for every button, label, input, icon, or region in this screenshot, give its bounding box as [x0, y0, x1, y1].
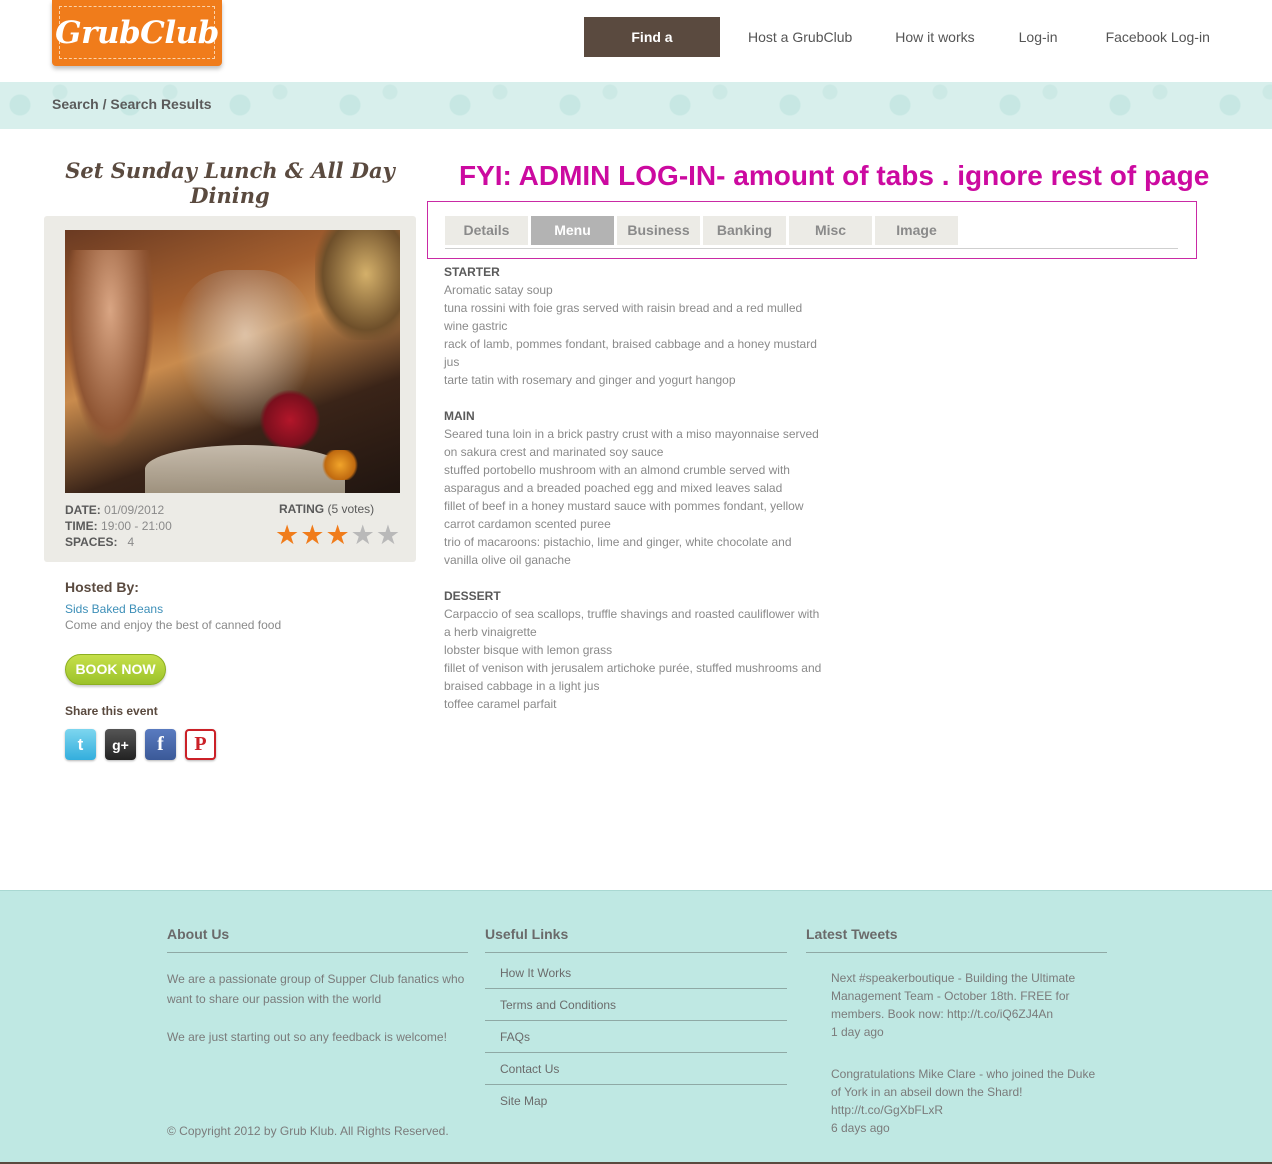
time-label: TIME:	[65, 519, 98, 533]
tweet-time: 6 days ago	[831, 1121, 890, 1135]
tab-details[interactable]: Details	[445, 216, 528, 245]
links-heading: Useful Links	[485, 926, 787, 953]
star-filled-icon[interactable]: ★	[300, 520, 324, 550]
tab-business[interactable]: Business	[617, 216, 700, 245]
about-heading: About Us	[167, 926, 468, 953]
site-header: GrubClub Find a GrubClub Host a GrubClub…	[0, 0, 1272, 85]
tweet: Next #speakerboutique - Building the Ult…	[806, 969, 1106, 1041]
menu-section-starter: STARTER Aromatic satay soup tuna rossini…	[444, 263, 824, 389]
menu-item: toffee caramel parfait	[444, 697, 557, 711]
section-heading: DESSERT	[444, 589, 501, 603]
menu-content: STARTER Aromatic satay soup tuna rossini…	[444, 263, 824, 731]
about-text-2: We are just starting out so any feedback…	[167, 1030, 447, 1044]
tab-image[interactable]: Image	[875, 216, 958, 245]
host-name-link[interactable]: Sids Baked Beans	[65, 602, 163, 616]
main-nav: Find a GrubClub Host a GrubClub How it w…	[584, 17, 1210, 85]
menu-item: stuffed portobello mushroom with an almo…	[444, 463, 790, 495]
menu-item: Carpaccio of sea scallops, truffle shavi…	[444, 607, 820, 639]
menu-item: Aromatic satay soup	[444, 283, 553, 297]
menu-section-main: MAIN Seared tuna loin in a brick pastry …	[444, 407, 824, 569]
google-plus-icon[interactable]: g+	[105, 729, 136, 760]
facebook-icon[interactable]: f	[145, 729, 176, 760]
admin-tabs: Details Menu Business Banking Misc Image	[445, 216, 958, 245]
footer-link-how-it-works[interactable]: How It Works	[485, 957, 787, 989]
logo-text: GrubClub	[55, 14, 219, 51]
menu-item: fillet of venison with jerusalem articho…	[444, 661, 822, 693]
section-heading: STARTER	[444, 265, 500, 279]
menu-section-dessert: DESSERT Carpaccio of sea scallops, truff…	[444, 587, 824, 713]
links-list: How It Works Terms and Conditions FAQs C…	[485, 957, 787, 1117]
fyi-annotation: FYI: ADMIN LOG-IN- amount of tabs . igno…	[459, 160, 1210, 191]
menu-item: Seared tuna loin in a brick pastry crust…	[444, 427, 819, 459]
event-photo	[65, 230, 400, 493]
event-time: 19:00 - 21:00	[101, 519, 172, 533]
star-filled-icon[interactable]: ★	[275, 520, 299, 550]
footer-link-contact[interactable]: Contact Us	[485, 1053, 787, 1085]
book-now-button[interactable]: BOOK NOW	[65, 654, 166, 685]
tab-misc[interactable]: Misc	[789, 216, 872, 245]
footer-link-site-map[interactable]: Site Map	[485, 1085, 787, 1117]
nav-find-grubclub[interactable]: Find a GrubClub	[584, 17, 720, 85]
twitter-icon[interactable]: t	[65, 729, 96, 760]
menu-item: lobster bisque with lemon grass	[444, 643, 613, 657]
tab-underline	[445, 248, 1178, 249]
date-label: DATE:	[65, 503, 101, 517]
pinterest-icon[interactable]: P	[185, 729, 216, 760]
footer-about: About Us We are a passionate group of Su…	[167, 926, 468, 1047]
nav-login[interactable]: Log-in	[1019, 17, 1058, 57]
menu-item: fillet of beef in a honey mustard sauce …	[444, 499, 804, 531]
rating-stars[interactable]: ★ ★ ★ ★ ★	[275, 520, 400, 550]
nav-host-grubclub[interactable]: Host a GrubClub	[748, 17, 852, 57]
host-description: Come and enjoy the best of canned food	[65, 618, 282, 632]
share-heading: Share this event	[65, 704, 158, 718]
menu-item: trio of macaroons: pistachio, lime and g…	[444, 535, 792, 567]
logo-border: GrubClub	[55, 6, 219, 59]
copyright: © Copyright 2012 by Grub Klub. All Right…	[167, 1124, 449, 1138]
event-spaces: 4	[127, 535, 135, 549]
footer-links: Useful Links How It Works Terms and Cond…	[485, 926, 787, 1117]
menu-item: tuna rossini with foie gras served with …	[444, 301, 803, 333]
breadcrumb[interactable]: Search / Search Results	[52, 96, 212, 112]
nav-facebook-login[interactable]: Facebook Log-in	[1106, 17, 1210, 57]
event-title: Set Sunday Lunch & All Day Dining	[65, 158, 395, 208]
star-filled-icon[interactable]: ★	[325, 520, 349, 550]
tab-banking[interactable]: Banking	[703, 216, 786, 245]
footer-link-terms[interactable]: Terms and Conditions	[485, 989, 787, 1021]
social-share-icons: t g+ f P	[65, 729, 216, 760]
nav-how-it-works[interactable]: How it works	[895, 17, 974, 57]
event-date: 01/09/2012	[104, 503, 165, 517]
grubclub-logo[interactable]: GrubClub	[52, 0, 222, 66]
rating: RATING (5 votes)	[279, 502, 374, 516]
star-empty-icon[interactable]: ★	[376, 520, 400, 550]
tab-menu[interactable]: Menu	[531, 216, 614, 245]
about-text: We are a passionate group of Supper Club…	[167, 972, 465, 1006]
section-heading: MAIN	[444, 409, 475, 423]
menu-item: tarte tatin with rosemary and ginger and…	[444, 373, 736, 387]
spaces-label: SPACES:	[65, 535, 118, 549]
rating-votes: (5 votes)	[327, 502, 375, 516]
hosted-by-heading: Hosted By:	[65, 579, 139, 595]
star-empty-icon[interactable]: ★	[351, 520, 375, 550]
tweets-heading: Latest Tweets	[806, 926, 1107, 953]
footer-tweets: Latest Tweets Next #speakerboutique - Bu…	[806, 926, 1107, 1137]
tweet-text[interactable]: Next #speakerboutique - Building the Ult…	[831, 969, 1106, 1023]
tweet: Congratulations Mike Clare - who joined …	[806, 1065, 1106, 1137]
rating-label: RATING	[279, 502, 325, 516]
event-meta: DATE: 01/09/2012 TIME: 19:00 - 21:00 SPA…	[65, 502, 172, 550]
menu-item: rack of lamb, pommes fondant, braised ca…	[444, 337, 817, 369]
footer-link-faqs[interactable]: FAQs	[485, 1021, 787, 1053]
tweet-text[interactable]: Congratulations Mike Clare - who joined …	[831, 1065, 1106, 1119]
tweet-time: 1 day ago	[831, 1025, 884, 1039]
